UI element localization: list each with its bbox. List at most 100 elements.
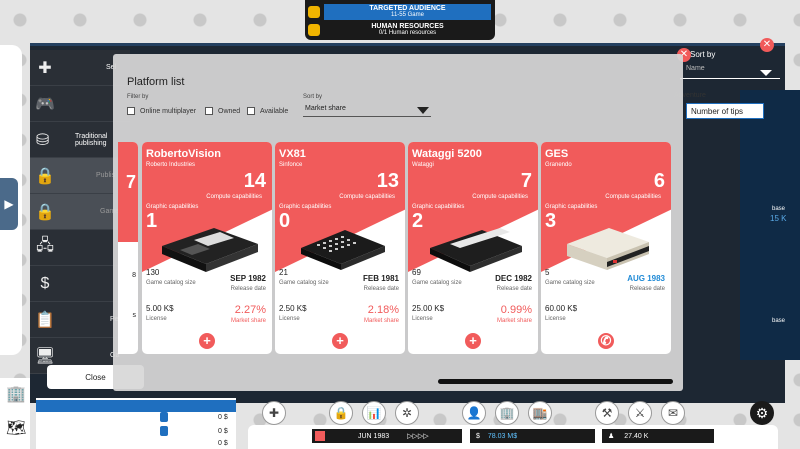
platform-name: GES bbox=[545, 148, 569, 160]
bottom-toolbar: ✚ 🔒 📊 ✲ 👤 🏢 🏬 ⚒ ⚔ ✉ bbox=[262, 401, 685, 425]
share-value: 0.99% bbox=[500, 304, 532, 316]
map-icon[interactable]: 🗺 bbox=[6, 418, 26, 438]
human-resources-label: HUMAN RESOURCES bbox=[371, 23, 444, 30]
share-label: Market share bbox=[363, 318, 399, 324]
console-image bbox=[301, 230, 385, 270]
strip-base-label: base bbox=[772, 206, 786, 212]
horizontal-scrollbar[interactable] bbox=[438, 379, 673, 384]
money-hand-icon: $ bbox=[40, 274, 50, 292]
platform-card[interactable]: GES Granendo 6 Compute capabilities Grap… bbox=[541, 142, 671, 354]
tips-field[interactable]: Number of tips bbox=[686, 103, 764, 119]
add-icon[interactable]: + bbox=[332, 333, 348, 349]
release-value: SEP 1982 bbox=[230, 274, 266, 283]
right-info-strip: base 15 K base bbox=[740, 90, 800, 360]
checkbox[interactable] bbox=[205, 107, 213, 115]
clipboard-icon: 📋 bbox=[35, 311, 55, 329]
catalog-label: Game catalog size bbox=[545, 280, 595, 286]
lock-icon bbox=[160, 412, 168, 422]
building-icon[interactable]: 🏢 bbox=[6, 384, 26, 404]
close-icon[interactable]: ✕ bbox=[760, 38, 774, 52]
modal-title: Platform list bbox=[127, 76, 185, 88]
network-icon[interactable]: ✲ bbox=[395, 401, 419, 425]
strip-value: 15 K bbox=[770, 214, 787, 223]
license-label: License bbox=[146, 316, 167, 322]
building-icon[interactable]: 🏢 bbox=[495, 401, 519, 425]
license-value: 2.50 K$ bbox=[279, 304, 307, 313]
money-bar: $ 78.03 M$ bbox=[470, 429, 595, 443]
targeted-audience-row[interactable]: TARGETED AUDIENCE 11-55 Game bbox=[305, 3, 495, 21]
share-value: 2.18% bbox=[367, 304, 399, 316]
fans-bar: ♟ 27.40 K bbox=[602, 429, 714, 443]
money-value: 78.03 M$ bbox=[487, 432, 518, 440]
coins-icon: ⛁ bbox=[35, 131, 50, 149]
release-value: DEC 1982 bbox=[495, 274, 532, 283]
platform-card-partial: 7 8 s bbox=[118, 142, 138, 354]
add-icon[interactable]: + bbox=[465, 333, 481, 349]
strip-base-label: base bbox=[772, 318, 786, 324]
pause-icon[interactable] bbox=[315, 431, 325, 441]
phone-icon[interactable]: ✆ bbox=[598, 333, 614, 349]
filter-owned[interactable]: Owned bbox=[205, 107, 240, 115]
sort-select[interactable]: Market share bbox=[303, 105, 431, 117]
compute-label: Compute capabilities bbox=[206, 194, 262, 200]
lock-icon[interactable]: 🔒 bbox=[329, 401, 353, 425]
tools-icon[interactable]: ⚒ bbox=[595, 401, 619, 425]
bottom-left-panel: 🏢 🗺 bbox=[0, 378, 30, 449]
list-value: 0 $ bbox=[218, 440, 228, 447]
filter-available[interactable]: Available bbox=[247, 107, 288, 115]
plus-icon[interactable]: ✚ bbox=[262, 401, 286, 425]
gear-icon[interactable]: ⚙ bbox=[750, 401, 774, 425]
compute-label: Compute capabilities bbox=[605, 194, 661, 200]
mail-icon[interactable]: ✉ bbox=[661, 401, 685, 425]
release-label: Release date bbox=[629, 286, 665, 292]
expand-arrow-icon[interactable]: ▶ bbox=[0, 178, 18, 230]
filter-label-text: Available bbox=[260, 107, 289, 115]
sort-label: Sort by bbox=[303, 94, 323, 100]
add-icon[interactable]: + bbox=[199, 333, 215, 349]
release-label: Release date bbox=[496, 286, 532, 292]
platform-name: VX81 bbox=[279, 148, 306, 160]
compute-value: 14 bbox=[243, 170, 266, 192]
swords-icon[interactable]: ⚔ bbox=[628, 401, 652, 425]
checkbox[interactable] bbox=[247, 107, 255, 115]
checkbox[interactable] bbox=[127, 107, 135, 115]
building-add-icon[interactable]: 🏬 bbox=[528, 401, 552, 425]
compute-value: 7 bbox=[520, 170, 532, 192]
license-label: License bbox=[412, 316, 433, 322]
targeted-audience-label: TARGETED AUDIENCE bbox=[369, 5, 446, 12]
targeted-audience-value: 11-55 Game bbox=[391, 12, 424, 18]
list-item-selected[interactable] bbox=[36, 400, 236, 412]
console-image bbox=[430, 228, 522, 272]
license-label: License bbox=[279, 316, 300, 322]
platform-card[interactable]: RobertoVision Roberto Industries 14 Comp… bbox=[142, 142, 272, 354]
human-resources-row[interactable]: HUMAN RESOURCES 0/1 Human resources bbox=[305, 21, 495, 39]
date-bar: JUN 1983 ▷▷▷▷ bbox=[312, 429, 462, 443]
date-value: JUN 1983 bbox=[358, 432, 390, 440]
fans-icon: ♟ bbox=[608, 433, 615, 440]
lock-icon bbox=[160, 426, 168, 436]
platform-card[interactable]: Wataggi 5200 Wataggi 7 Compute capabilit… bbox=[408, 142, 538, 354]
platform-card[interactable]: VX81 Sinfonce 13 Compute capabilities Gr… bbox=[275, 142, 405, 354]
chevron-down-icon[interactable] bbox=[760, 70, 772, 76]
catalog-value: 130 bbox=[146, 268, 160, 277]
compute-label: Compute capabilities bbox=[472, 194, 528, 200]
monitor-icon: 🖥 bbox=[34, 347, 56, 365]
platform-name: Wataggi 5200 bbox=[412, 148, 482, 160]
person-icon[interactable]: 👤 bbox=[462, 401, 486, 425]
release-label: Release date bbox=[230, 286, 266, 292]
fast-forward-icon[interactable]: ▷▷▷▷ bbox=[407, 432, 429, 440]
license-value: 25.00 K$ bbox=[412, 304, 445, 313]
compute-value: 7 bbox=[125, 172, 136, 192]
release-value: AUG 1983 bbox=[627, 274, 665, 283]
release-label: Release date bbox=[363, 286, 399, 292]
console-image bbox=[162, 228, 258, 272]
compute-label: Compute capabilities bbox=[339, 194, 395, 200]
chart-icon[interactable]: 📊 bbox=[362, 401, 386, 425]
lock-icon bbox=[308, 24, 320, 36]
chevron-down-icon bbox=[417, 107, 429, 114]
platform-list-modal: Platform list Filter by Online multiplay… bbox=[113, 54, 683, 391]
platform-maker: Roberto Industries bbox=[146, 162, 196, 168]
filter-online-multiplayer[interactable]: Online multiplayer bbox=[127, 107, 196, 115]
computer-icon: 🖧 bbox=[36, 237, 54, 254]
catalog-value: 8 bbox=[132, 272, 136, 279]
